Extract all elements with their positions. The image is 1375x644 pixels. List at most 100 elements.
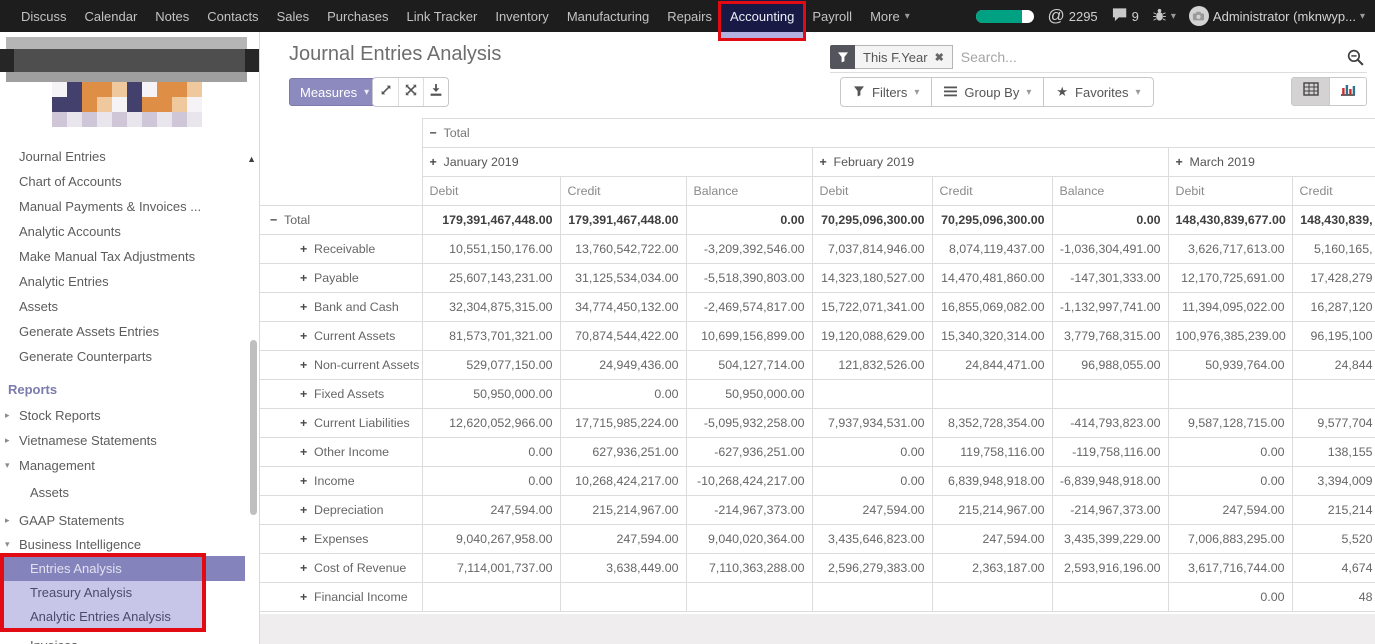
sidebar-item-analytic-entries[interactable]: Analytic Entries [0,269,259,294]
sidebar-item-generate-assets-entries[interactable]: Generate Assets Entries [0,319,259,344]
sidebar-item-make-manual-tax-adjustments[interactable]: Make Manual Tax Adjustments [0,244,259,269]
close-icon[interactable]: ✖ [935,51,944,64]
expand-icon[interactable]: + [1176,155,1190,169]
group-by-button[interactable]: Group By▾ [932,77,1044,107]
download-button[interactable] [423,78,448,106]
collapse-icon[interactable]: − [430,126,444,140]
pivot-measure-debit[interactable]: Debit [812,177,932,206]
chevron-right-icon[interactable]: ▸ [5,428,10,453]
expand-icon[interactable]: + [820,155,834,169]
expand-icon[interactable]: + [300,445,314,459]
sidebar-scrollbar-thumb[interactable] [250,340,257,515]
nav-item-purchases[interactable]: Purchases [318,0,397,32]
expand-icon[interactable]: + [300,503,314,517]
nav-item-manufacturing[interactable]: Manufacturing [558,0,658,32]
sidebar-tree-stock-reports[interactable]: ▸Stock Reports [0,403,259,428]
pivot-row-fixed-assets[interactable]: +Fixed Assets [260,380,422,409]
flip-axis-button[interactable] [398,78,423,106]
expand-all-button[interactable] [373,78,398,106]
expand-icon[interactable]: + [300,358,314,372]
sidebar-item-chart-of-accounts[interactable]: Chart of Accounts [0,169,259,194]
search-facet[interactable]: This F.Year ✖ [830,45,953,69]
pivot-measure-credit[interactable]: Credit [1292,177,1375,206]
collapse-icon[interactable]: − [270,213,284,227]
activities-menu[interactable]: @ 2295 [1047,6,1097,26]
pivot-row-expenses[interactable]: +Expenses [260,525,422,554]
expand-icon[interactable]: + [300,387,314,401]
expand-icon[interactable]: + [300,242,314,256]
sidebar-item-journal-entries[interactable]: Journal Entries [0,144,259,169]
expand-icon[interactable]: + [300,474,314,488]
nav-item-discuss[interactable]: Discuss [12,0,76,32]
pivot-measure-balance[interactable]: Balance [1052,177,1168,206]
pivot-col-february-2019[interactable]: +February 2019 [812,148,1168,177]
nav-item-contacts[interactable]: Contacts [198,0,267,32]
expand-icon[interactable]: + [300,300,314,314]
expand-icon[interactable]: + [300,416,314,430]
nav-item-calendar[interactable]: Calendar [76,0,147,32]
chevron-right-icon[interactable]: ▸ [5,508,10,533]
pivot-row-financial-income[interactable]: +Financial Income [260,583,422,612]
sidebar-item-invoices[interactable]: Invoices [0,633,259,644]
sidebar-tree-business-intelligence[interactable]: ▾Business Intelligence [0,533,259,556]
sidebar-item-assets[interactable]: Assets [0,478,259,508]
graph-view-button[interactable] [1329,78,1366,105]
expand-icon[interactable]: + [300,329,314,343]
expand-icon[interactable]: + [300,532,314,546]
debug-menu[interactable]: ▾ [1152,8,1176,25]
nav-item-more[interactable]: More▾ [861,0,919,32]
expand-icon[interactable]: + [300,590,314,604]
nav-item-repairs[interactable]: Repairs [658,0,721,32]
chevron-down-icon[interactable]: ▾ [5,533,10,556]
favorites-button[interactable]: ★Favorites▾ [1044,77,1153,107]
pivot-row-bank-and-cash[interactable]: +Bank and Cash [260,293,422,322]
nav-item-notes[interactable]: Notes [146,0,198,32]
nav-item-link-tracker[interactable]: Link Tracker [398,0,487,32]
pivot-col-january-2019[interactable]: +January 2019 [422,148,812,177]
sidebar-item-treasury-analysis[interactable]: Treasury Analysis [0,581,206,605]
scroll-up-icon[interactable]: ▲ [247,154,256,164]
pivot-row-total[interactable]: −Total [260,206,422,235]
search-input[interactable] [953,48,1346,66]
expand-icon[interactable]: + [300,561,314,575]
expand-icon[interactable]: + [300,271,314,285]
pivot-view-button[interactable] [1292,78,1329,105]
measures-button[interactable]: Measures ▾ [289,78,380,106]
chevron-down-icon[interactable]: ▾ [5,453,10,478]
sidebar-item-analytic-entries-analysis[interactable]: Analytic Entries Analysis [0,605,206,629]
search-icon[interactable] [1346,48,1367,67]
nav-item-sales[interactable]: Sales [268,0,319,32]
pivot-measure-balance[interactable]: Balance [686,177,812,206]
sidebar-item-entries-analysis[interactable]: Entries Analysis [0,556,245,581]
pivot-row-other-income[interactable]: +Other Income [260,438,422,467]
pivot-col-total-header[interactable]: −Total [422,119,1375,148]
pivot-measure-credit[interactable]: Credit [560,177,686,206]
pivot-row-cost-of-revenue[interactable]: +Cost of Revenue [260,554,422,583]
nav-item-inventory[interactable]: Inventory [486,0,557,32]
messages-menu[interactable]: 9 [1111,7,1139,25]
pivot-row-current-liabilities[interactable]: +Current Liabilities [260,409,422,438]
pivot-row-current-assets[interactable]: +Current Assets [260,322,422,351]
pivot-row-payable[interactable]: +Payable [260,264,422,293]
nav-item-payroll[interactable]: Payroll [803,0,861,32]
sidebar-item-assets[interactable]: Assets [0,294,259,319]
pivot-measure-debit[interactable]: Debit [1168,177,1292,206]
sidebar-item-analytic-accounts[interactable]: Analytic Accounts [0,219,259,244]
pivot-row-non-current-assets[interactable]: +Non-current Assets [260,351,422,380]
expand-icon[interactable]: + [430,155,444,169]
pivot-col-march-2019[interactable]: +March 2019 [1168,148,1375,177]
pivot-row-receivable[interactable]: +Receivable [260,235,422,264]
sidebar-tree-vietnamese-statements[interactable]: ▸Vietnamese Statements [0,428,259,453]
filters-button[interactable]: Filters▾ [840,77,932,107]
pivot-measure-debit[interactable]: Debit [422,177,560,206]
sidebar-item-generate-counterparts[interactable]: Generate Counterparts [0,344,259,369]
pivot-measure-credit[interactable]: Credit [932,177,1052,206]
sidebar-tree-gaap-statements[interactable]: ▸GAAP Statements [0,508,259,533]
chevron-right-icon[interactable]: ▸ [5,403,10,428]
sidebar-item-manual-payments-invoices[interactable]: Manual Payments & Invoices ... [0,194,259,219]
sidebar-tree-management[interactable]: ▾Management [0,453,259,478]
pivot-row-income[interactable]: +Income [260,467,422,496]
nav-item-accounting[interactable]: Accounting [721,0,803,32]
user-menu[interactable]: Administrator (mknwyp... ▾ [1189,6,1365,26]
pivot-row-depreciation[interactable]: +Depreciation [260,496,422,525]
